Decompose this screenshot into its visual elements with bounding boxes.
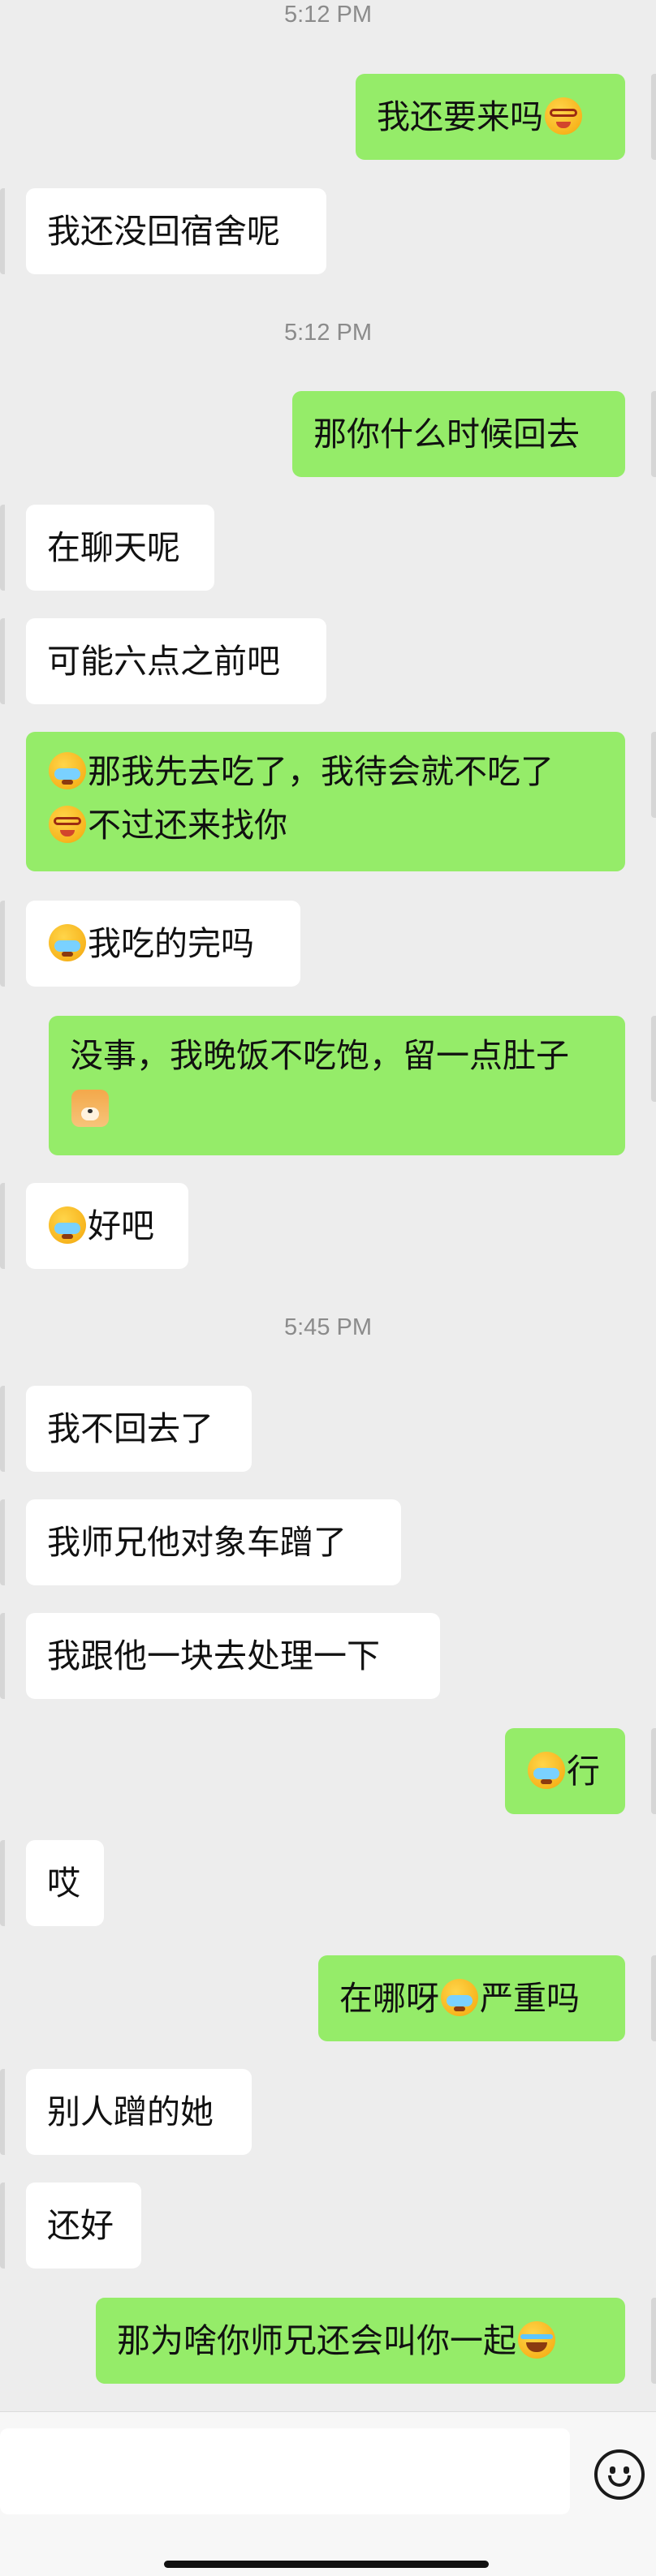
message-text: 别人蹭的她 [47, 2092, 214, 2131]
message-bubble-incoming[interactable]: 在聊天呢 [26, 505, 214, 591]
avatar-edge[interactable] [0, 618, 5, 704]
avatar-edge[interactable] [0, 1613, 5, 1699]
crying-face-icon [528, 1752, 565, 1789]
message-text: 严重吗 [480, 1979, 580, 2018]
timestamp: 5:12 PM [284, 2, 372, 28]
avatar-edge[interactable] [651, 1728, 656, 1814]
laughing-tears-icon [518, 2321, 555, 2359]
message-text: 我不回去了 [47, 1409, 214, 1448]
avatar-edge[interactable] [0, 1840, 5, 1926]
message-bubble-incoming[interactable]: 我还没回宿舍呢 [26, 188, 326, 274]
message-text: 好吧 [88, 1206, 154, 1245]
message-text: 哎 [47, 1864, 80, 1903]
shiba-dog-icon [71, 1090, 109, 1127]
message-bubble-incoming[interactable]: 我吃的完吗 [26, 901, 300, 987]
message-text-line2: 不过还来找你 [88, 806, 287, 845]
glasses-face-icon [49, 806, 86, 843]
crying-face-icon [441, 1979, 478, 2016]
avatar-edge[interactable] [0, 188, 5, 274]
message-text: 在哪呀 [339, 1979, 439, 2018]
avatar-edge[interactable] [0, 505, 5, 591]
message-text: 那为啥你师兄还会叫你一起 [117, 2321, 516, 2360]
message-text: 可能六点之前吧 [47, 642, 280, 681]
avatar-edge[interactable] [651, 2298, 656, 2384]
smiley-icon[interactable] [594, 2449, 645, 2500]
message-bubble-outgoing[interactable]: 行 [505, 1728, 625, 1814]
smiley-mouth [608, 2475, 631, 2487]
message-bubble-incoming[interactable]: 好吧 [26, 1183, 188, 1269]
home-indicator[interactable] [164, 2561, 489, 2568]
message-text-line1: 那我先去吃了，我待会就不吃了 [88, 752, 554, 791]
message-text: 我跟他一块去处理一下 [47, 1636, 380, 1675]
crying-face-icon [49, 1206, 86, 1244]
avatar-edge[interactable] [651, 391, 656, 477]
message-text: 还好 [47, 2206, 114, 2245]
chat-area[interactable]: 5:12 PM 我还要来吗 我还没回宿舍呢 5:12 PM 那你什么时候回去 在… [0, 0, 656, 2411]
input-bar [0, 2411, 656, 2576]
message-bubble-incoming[interactable]: 可能六点之前吧 [26, 618, 326, 704]
message-text: 那你什么时候回去 [313, 415, 580, 454]
message-text-line1: 没事，我晚饭不吃饱，留一点肚子 [70, 1036, 569, 1075]
message-bubble-incoming[interactable]: 哎 [26, 1840, 104, 1926]
timestamp: 5:12 PM [284, 320, 372, 346]
message-bubble-incoming[interactable]: 别人蹭的她 [26, 2069, 252, 2155]
message-text: 在聊天呢 [47, 528, 180, 567]
message-text: 我吃的完吗 [88, 924, 254, 963]
avatar-edge[interactable] [651, 74, 656, 160]
avatar-edge[interactable] [0, 2183, 5, 2269]
avatar-edge[interactable] [0, 1499, 5, 1585]
message-bubble-incoming[interactable]: 还好 [26, 2183, 141, 2269]
message-text: 我还要来吗 [377, 97, 543, 136]
timestamp: 5:45 PM [284, 1314, 372, 1340]
avatar-edge[interactable] [0, 901, 5, 987]
message-text: 我还没回宿舍呢 [47, 212, 280, 251]
message-bubble-incoming[interactable]: 我跟他一块去处理一下 [26, 1613, 440, 1699]
message-text: 行 [567, 1752, 600, 1791]
message-bubble-outgoing[interactable]: 那为啥你师兄还会叫你一起 [96, 2298, 625, 2384]
message-bubble-outgoing[interactable]: 在哪呀 严重吗 [318, 1955, 625, 2041]
crying-face-icon [49, 924, 86, 961]
avatar-edge[interactable] [0, 1386, 5, 1472]
message-text: 我师兄他对象车蹭了 [47, 1523, 347, 1562]
message-bubble-incoming[interactable]: 我师兄他对象车蹭了 [26, 1499, 401, 1585]
smiley-eye [624, 2466, 629, 2474]
smiley-eye [610, 2466, 615, 2474]
crying-face-icon [49, 752, 86, 789]
avatar-edge[interactable] [0, 1183, 5, 1269]
message-bubble-incoming[interactable]: 我不回去了 [26, 1386, 252, 1472]
avatar-edge[interactable] [651, 1955, 656, 2041]
avatar-edge[interactable] [0, 2069, 5, 2155]
glasses-face-icon [545, 97, 582, 135]
avatar-edge[interactable] [651, 1016, 656, 1102]
message-bubble-outgoing[interactable]: 没事，我晚饭不吃饱，留一点肚子 [49, 1016, 625, 1155]
message-bubble-outgoing[interactable]: 那我先去吃了，我待会就不吃了 不过还来找你 [26, 732, 625, 871]
message-bubble-outgoing[interactable]: 我还要来吗 [356, 74, 625, 160]
message-bubble-outgoing[interactable]: 那你什么时候回去 [292, 391, 625, 477]
message-input[interactable] [0, 2428, 570, 2514]
avatar-edge[interactable] [651, 732, 656, 818]
